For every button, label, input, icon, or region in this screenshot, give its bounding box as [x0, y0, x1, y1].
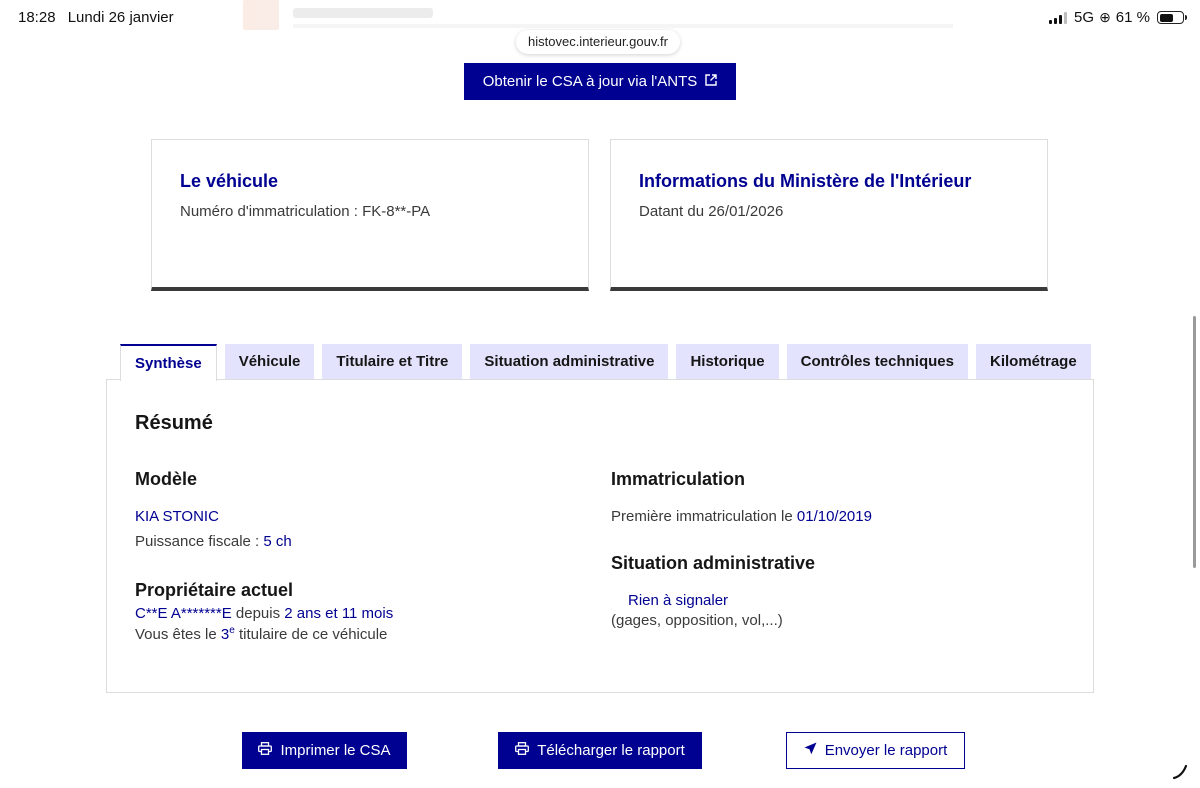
status-bar-right: 5G ⊕ 61 % [1049, 9, 1187, 26]
fiscal-power: Puissance fiscale : 5 ch [135, 533, 575, 550]
owner-rank-tail: titulaire de ce véhicule [234, 626, 388, 643]
download-report-label: Télécharger le rapport [537, 742, 685, 759]
vehicle-card: Le véhicule Numéro d'immatriculation : F… [151, 139, 589, 291]
admin-note: (gages, opposition, vol,...) [611, 612, 783, 629]
url-bar[interactable]: histovec.interieur.gouv.fr [516, 30, 680, 54]
first-registration: Première immatriculation le 01/10/2019 [611, 508, 1051, 525]
owner-rank-prefix: Vous êtes le [135, 626, 221, 643]
download-report-button[interactable]: Télécharger le rapport [498, 732, 702, 769]
send-icon [804, 742, 817, 759]
owner-rank-number: 3 [220, 626, 230, 643]
synthese-panel: Résumé Modèle KIA STONIC Puissance fisca… [106, 379, 1094, 693]
printer-icon [258, 742, 273, 759]
csa-button-label: Obtenir le CSA à jour via l'ANTS [482, 73, 698, 90]
admin-status: Rien à signaler [628, 592, 729, 609]
print-csa-label: Imprimer le CSA [280, 742, 391, 759]
fiscal-power-label: Puissance fiscale : [135, 533, 264, 550]
report-date: Datant du 26/01/2026 [639, 203, 784, 220]
cellular-signal-icon [1049, 11, 1068, 24]
status-time: 18:28 [18, 9, 56, 26]
report-tabs: Synthèse Véhicule Titulaire et Titre Sit… [120, 344, 1091, 381]
ministry-card: Informations du Ministère de l'Intérieur… [610, 139, 1048, 291]
registration-number: Numéro d'immatriculation : FK-8**-PA [180, 203, 431, 220]
printer-icon [515, 742, 530, 759]
fiscal-power-value: 5 ch [263, 533, 292, 550]
scribble-handle-icon [1172, 764, 1188, 780]
ministry-card-title: Informations du Ministère de l'Intérieur [639, 171, 972, 191]
send-report-label: Envoyer le rapport [824, 742, 948, 759]
owner-since-value: 2 ans et 11 mois [284, 605, 394, 622]
page-scrollbar[interactable] [1193, 316, 1196, 568]
status-date: Lundi 26 janvier [67, 9, 174, 26]
model-title: Modèle [135, 469, 198, 489]
tab-kilometrage[interactable]: Kilométrage [975, 344, 1091, 379]
vehicle-card-title: Le véhicule [180, 171, 279, 191]
print-csa-button[interactable]: Imprimer le CSA [242, 732, 407, 769]
summary-heading: Résumé [135, 412, 213, 434]
model-name: KIA STONIC [135, 508, 219, 525]
battery-icon [1157, 11, 1187, 24]
external-link-icon [705, 74, 718, 89]
tab-synthese[interactable]: Synthèse [120, 344, 217, 381]
owner-title: Propriétaire actuel [135, 580, 294, 600]
battery-percent: 61 % [1115, 9, 1150, 26]
tab-situation-administrative[interactable]: Situation administrative [470, 344, 669, 379]
network-type: 5G [1074, 9, 1095, 26]
tab-vehicule[interactable]: Véhicule [224, 344, 315, 379]
owner-line: C**E A*******E depuis 2 ans et 11 mois [135, 605, 575, 622]
get-csa-ants-button[interactable]: Obtenir le CSA à jour via l'ANTS [464, 63, 736, 100]
owner-rank: Vous êtes le 3e titulaire de ce véhicule [135, 625, 575, 643]
status-bar-left: 18:28 Lundi 26 janvier [18, 9, 174, 26]
summary-left-column: Modèle KIA STONIC Puissance fiscale : 5 … [135, 469, 575, 643]
first-registration-date: 01/10/2019 [796, 508, 872, 525]
send-report-button[interactable]: Envoyer le rapport [786, 732, 965, 769]
registration-title: Immatriculation [611, 469, 746, 489]
tab-titulaire-titre[interactable]: Titulaire et Titre [322, 344, 463, 379]
owner-name: C**E A*******E [135, 605, 232, 622]
tab-historique[interactable]: Historique [676, 344, 779, 379]
admin-situation-title: Situation administrative [611, 553, 816, 573]
summary-right-column: Immatriculation Première immatriculation… [611, 469, 1051, 629]
tab-controles-techniques[interactable]: Contrôles techniques [786, 344, 968, 379]
first-registration-label: Première immatriculation le [611, 508, 797, 525]
faded-header-content [243, 0, 963, 30]
orientation-lock-icon: ⊕ [1099, 9, 1111, 25]
owner-since-label: depuis [231, 605, 285, 622]
